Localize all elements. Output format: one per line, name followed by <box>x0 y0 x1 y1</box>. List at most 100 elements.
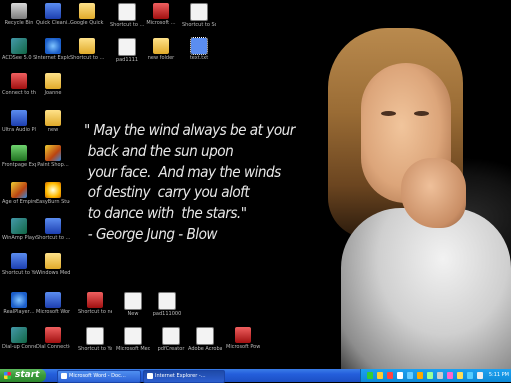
i7-icon <box>11 38 27 54</box>
system-tray: 5:11 PM <box>360 369 511 382</box>
desktop-icon-label: Shortcut to Yahoo… <box>2 270 36 276</box>
desktop-icon-i25[interactable]: RealPlayer… <box>2 292 36 315</box>
desktop-icon-label: Shortcut to ….exe <box>70 55 104 61</box>
taskbar-button[interactable]: Microsoft Word - Doc… <box>57 370 141 383</box>
desktop-icon-i2[interactable]: Quick Cleani… <box>36 3 70 26</box>
desktop-icon-label: Joanne <box>44 90 62 96</box>
tray-printer-icon[interactable] <box>437 372 443 379</box>
i36-icon <box>235 327 251 343</box>
desktop-icon-i33[interactable]: Microsoft Media Player… <box>116 327 150 352</box>
tray-monitor-icon[interactable] <box>407 372 413 379</box>
i35-icon <box>196 327 214 345</box>
wallpaper-quote: " May the wind always be at your back an… <box>84 121 295 243</box>
window-icon <box>147 372 153 379</box>
desktop-icon-i5[interactable]: Microsoft … <box>144 3 178 26</box>
desktop-icon-i28[interactable]: New <box>116 292 150 317</box>
taskbar-button-label: Microsoft Word - Doc… <box>69 373 126 379</box>
desktop-icon-i7[interactable]: ACDSee 5.0 Sharewin… <box>2 38 36 61</box>
desktop-icon-i22[interactable]: Shortcut to ….exe <box>36 218 70 241</box>
desktop-icon-label: new <box>47 127 59 133</box>
tray-clipboard-icon[interactable] <box>477 372 483 379</box>
desktop-icon-i24[interactable]: Windows Media Pla… <box>36 253 70 276</box>
desktop-icon-i18[interactable]: Paint Shop… <box>36 145 70 168</box>
desktop-icon-label: Adobe Acrobat… <box>188 346 222 352</box>
i6-icon <box>190 3 208 21</box>
tray-sync-icon[interactable] <box>467 372 473 379</box>
start-label: start <box>15 370 40 380</box>
desktop-icon-i29[interactable]: pad111000 <box>150 292 184 317</box>
desktop-icon-i26[interactable]: Microsoft Word <box>36 292 70 315</box>
desktop-icon-label: Dial Connection… <box>36 344 70 350</box>
desktop-icon-i6[interactable]: Shortcut to Soundblaster… <box>182 3 216 28</box>
desktop-icon-i15[interactable]: Ultra Audio Player <box>2 110 36 133</box>
desktop-icon-i34[interactable]: pdfCreator <box>154 327 188 352</box>
i31-icon <box>45 327 61 343</box>
desktop-icon-i19[interactable]: Age of Empire II <box>2 182 36 205</box>
wallpaper-portrait <box>306 8 511 369</box>
desktop-icon-recycle-bin[interactable]: Recycle Bin <box>2 3 36 26</box>
desktop-icon-i23[interactable]: Shortcut to Yahoo… <box>2 253 36 276</box>
tray-update-icon[interactable] <box>417 372 423 379</box>
desktop-icon-label: text.txt <box>189 55 209 61</box>
desktop-icon-i12[interactable]: text.txt <box>182 37 216 61</box>
desktop-icon-label: Paint Shop… <box>37 162 69 168</box>
desktop-icon-i10[interactable]: pad1111 <box>110 38 144 63</box>
desktop-icon-label: EasyBurn Studio… <box>36 199 70 205</box>
i27-icon <box>87 292 103 308</box>
i9-icon <box>79 38 95 54</box>
taskbar: start Microsoft Word - Doc… Internet Expl… <box>0 369 511 383</box>
desktop-icon-i17[interactable]: Frontpage Express <box>2 145 36 168</box>
desktop-icon-i36[interactable]: Microsoft PowerPoint <box>226 327 260 350</box>
portrait-hand <box>401 158 466 228</box>
start-button[interactable]: start <box>0 369 46 382</box>
desktop-icon-i3[interactable]: Google Quick… <box>70 3 104 26</box>
portrait-eye-right <box>414 111 429 116</box>
tray-shield-icon[interactable] <box>457 372 463 379</box>
taskbar-button[interactable]: Internet Explorer -… <box>143 370 225 383</box>
tray-player-icon[interactable] <box>427 372 433 379</box>
desktop-icon-label: pad1111 <box>115 57 139 63</box>
portrait-shirt <box>341 208 511 369</box>
desktop-icon-i8[interactable]: Internet Explorer… <box>36 38 70 61</box>
desktop-icon-i13[interactable]: Connect to the Inter… <box>2 73 36 96</box>
desktop-icon-i4[interactable]: Shortcut to … <box>110 3 144 28</box>
portrait-eye-left <box>381 111 396 116</box>
i16-icon <box>45 110 61 126</box>
desktop-icon-label: Windows Media Pla… <box>36 270 70 276</box>
i14-icon <box>45 73 61 89</box>
tray-app-icon[interactable] <box>447 372 453 379</box>
desktop-icon-i32[interactable]: Shortcut to Yahoo… <box>78 327 112 352</box>
i10-icon <box>118 38 136 56</box>
taskbar-button-label: Internet Explorer -… <box>155 373 206 379</box>
recycle-bin-icon <box>11 3 27 19</box>
i19-icon <box>11 182 27 198</box>
i18-icon <box>45 145 61 161</box>
desktop-icon-i14[interactable]: Joanne <box>36 73 70 96</box>
desktop-icon-i30[interactable]: Dial-up Connection <box>2 327 36 350</box>
desktop-icon-i21[interactable]: WinAmp Player <box>2 218 36 241</box>
desktop-icon-i9[interactable]: Shortcut to ….exe <box>70 38 104 61</box>
desktop-icon-label: Frontpage Express <box>2 162 36 168</box>
tray-volume-icon[interactable] <box>377 372 383 379</box>
desktop-icon-i16[interactable]: new <box>36 110 70 133</box>
desktop-icon-label: Ultra Audio Player <box>2 127 36 133</box>
desktop-icon-i11[interactable]: new folder <box>144 38 178 61</box>
tray-antivirus-icon[interactable] <box>387 372 393 379</box>
desktop-icon-label: Dial-up Connection <box>2 344 36 350</box>
tray-messenger-icon[interactable] <box>397 372 403 379</box>
clock[interactable]: 5:11 PM <box>489 369 509 382</box>
i8-icon <box>45 38 61 54</box>
tray-network-icon[interactable] <box>367 372 373 379</box>
desktop-icon-i35[interactable]: Adobe Acrobat… <box>188 327 222 352</box>
desktop-icon-i20[interactable]: EasyBurn Studio… <box>36 182 70 205</box>
i23-icon <box>11 253 27 269</box>
i24-icon <box>45 253 61 269</box>
windows-logo-icon <box>4 372 11 379</box>
desktop-icon-label: pad111000 <box>152 311 182 317</box>
desktop-icon-i31[interactable]: Dial Connection… <box>36 327 70 350</box>
i17-icon <box>11 145 27 161</box>
desktop-icon-label: ACDSee 5.0 Sharewin… <box>2 55 36 61</box>
desktop-icon-label: Quick Cleani… <box>36 20 70 26</box>
desktop-icon-i27[interactable]: Shortcut to network <box>78 292 112 315</box>
desktop: " May the wind always be at your back an… <box>0 0 511 369</box>
